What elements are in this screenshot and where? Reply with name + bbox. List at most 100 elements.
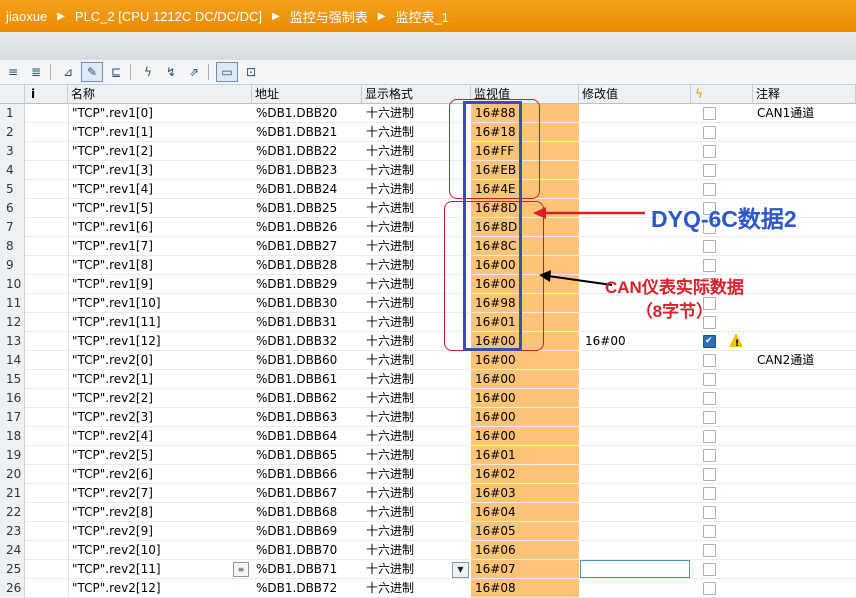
tag-address[interactable]: %DB1.DBB20 bbox=[252, 104, 362, 123]
tag-name[interactable]: "TCP".rev1[3] bbox=[68, 161, 252, 180]
tag-address[interactable]: %DB1.DBB28 bbox=[252, 256, 362, 275]
tag-name[interactable]: "TCP".rev2[11] bbox=[68, 560, 252, 579]
display-format[interactable]: 十六进制 bbox=[362, 370, 471, 389]
comment[interactable] bbox=[753, 560, 856, 579]
display-format[interactable]: 十六进制 bbox=[362, 332, 471, 351]
tag-name[interactable]: "TCP".rev1[1] bbox=[68, 123, 252, 142]
tag-address[interactable]: %DB1.DBB23 bbox=[252, 161, 362, 180]
comment[interactable] bbox=[753, 123, 856, 142]
comment[interactable] bbox=[753, 370, 856, 389]
modify-checkbox[interactable] bbox=[703, 392, 716, 405]
display-format[interactable]: 十六进制 bbox=[362, 503, 471, 522]
table-row[interactable]: 25 "TCP".rev2[11] ≡ %DB1.DBB71 十六进制 ▼ 16#07 bbox=[0, 560, 856, 579]
tag-name[interactable]: "TCP".rev2[9] bbox=[68, 522, 252, 541]
display-format[interactable]: 十六进制 bbox=[362, 408, 471, 427]
breadcrumb-project[interactable]: jiaoxue bbox=[0, 9, 53, 24]
modify-value[interactable] bbox=[579, 522, 691, 541]
comment[interactable] bbox=[753, 161, 856, 180]
display-format[interactable]: 十六进制 bbox=[362, 465, 471, 484]
table-row[interactable]: 22 "TCP".rev2[8] %DB1.DBB68 十六进制 16#04 bbox=[0, 503, 856, 522]
comment[interactable] bbox=[753, 579, 856, 598]
insert-row-icon[interactable]: ≡ bbox=[3, 63, 23, 81]
modify-checkbox[interactable] bbox=[703, 126, 716, 139]
display-format[interactable]: 十六进制 bbox=[362, 313, 471, 332]
table-row[interactable]: 26 "TCP".rev2[12] %DB1.DBB72 十六进制 16#08 bbox=[0, 579, 856, 598]
modify-checkbox[interactable] bbox=[703, 183, 716, 196]
comment[interactable] bbox=[753, 313, 856, 332]
tag-name[interactable]: "TCP".rev1[11] bbox=[68, 313, 252, 332]
expand-icon[interactable]: ⊡ bbox=[241, 63, 261, 81]
comment[interactable] bbox=[753, 503, 856, 522]
tag-address[interactable]: %DB1.DBB62 bbox=[252, 389, 362, 408]
tag-address[interactable]: %DB1.DBB29 bbox=[252, 275, 362, 294]
tag-address[interactable]: %DB1.DBB60 bbox=[252, 351, 362, 370]
tag-address[interactable]: %DB1.DBB71 bbox=[252, 560, 362, 579]
comment[interactable] bbox=[753, 332, 856, 351]
monitor-all-icon[interactable]: ✎ bbox=[81, 62, 103, 82]
modify-value[interactable] bbox=[579, 180, 691, 199]
comment[interactable] bbox=[753, 427, 856, 446]
tag-name[interactable]: "TCP".rev2[12] bbox=[68, 579, 252, 598]
table-row[interactable]: 24 "TCP".rev2[10] %DB1.DBB70 十六进制 16#06 bbox=[0, 541, 856, 560]
tag-address[interactable]: %DB1.DBB68 bbox=[252, 503, 362, 522]
header-name[interactable]: 名称 bbox=[68, 85, 252, 104]
comment[interactable] bbox=[753, 275, 856, 294]
modify-value[interactable] bbox=[579, 541, 691, 560]
table-row[interactable]: 8 "TCP".rev1[7] %DB1.DBB27 十六进制 16#8C bbox=[0, 237, 856, 256]
display-all-icon[interactable]: ⊿ bbox=[58, 63, 78, 81]
header-modify-value[interactable]: 修改值 bbox=[579, 85, 691, 104]
tag-name[interactable]: "TCP".rev2[4] bbox=[68, 427, 252, 446]
modify-checkbox[interactable] bbox=[703, 145, 716, 158]
tag-name[interactable]: "TCP".rev1[12] bbox=[68, 332, 252, 351]
modify-value[interactable] bbox=[579, 142, 691, 161]
modify-value[interactable] bbox=[579, 389, 691, 408]
tag-address[interactable]: %DB1.DBB64 bbox=[252, 427, 362, 446]
modify-checkbox[interactable] bbox=[703, 563, 716, 576]
modify-checkbox[interactable] bbox=[703, 107, 716, 120]
tag-address[interactable]: %DB1.DBB72 bbox=[252, 579, 362, 598]
tag-address[interactable]: %DB1.DBB25 bbox=[252, 199, 362, 218]
table-row[interactable]: 17 "TCP".rev2[3] %DB1.DBB63 十六进制 16#00 bbox=[0, 408, 856, 427]
modify-trigger-icon[interactable]: ↯ bbox=[161, 63, 181, 81]
tag-address[interactable]: %DB1.DBB31 bbox=[252, 313, 362, 332]
tag-name[interactable]: "TCP".rev1[9] bbox=[68, 275, 252, 294]
modify-checkbox[interactable] bbox=[703, 582, 716, 595]
modify-checkbox[interactable] bbox=[703, 259, 716, 272]
display-format[interactable]: 十六进制 bbox=[362, 541, 471, 560]
tag-name[interactable]: "TCP".rev2[5] bbox=[68, 446, 252, 465]
display-format[interactable]: 十六进制 bbox=[362, 389, 471, 408]
display-format[interactable]: 十六进制 bbox=[362, 351, 471, 370]
table-row[interactable]: 5 "TCP".rev1[4] %DB1.DBB24 十六进制 16#4E bbox=[0, 180, 856, 199]
show-columns-icon[interactable]: ▭ bbox=[216, 62, 238, 82]
tag-name[interactable]: "TCP".rev2[7] bbox=[68, 484, 252, 503]
tag-name[interactable]: "TCP".rev2[2] bbox=[68, 389, 252, 408]
modify-value[interactable] bbox=[579, 503, 691, 522]
monitor-once-icon[interactable]: ⊑ bbox=[106, 63, 126, 81]
comment[interactable] bbox=[753, 465, 856, 484]
tag-name[interactable]: "TCP".rev2[6] bbox=[68, 465, 252, 484]
tag-name[interactable]: "TCP".rev2[3] bbox=[68, 408, 252, 427]
modify-checkbox[interactable] bbox=[703, 373, 716, 386]
tag-name[interactable]: "TCP".rev1[2] bbox=[68, 142, 252, 161]
comment[interactable] bbox=[753, 294, 856, 313]
display-format[interactable]: 十六进制 bbox=[362, 294, 471, 313]
display-format[interactable]: 十六进制 bbox=[362, 104, 471, 123]
comment[interactable] bbox=[753, 389, 856, 408]
modify-value[interactable] bbox=[579, 256, 691, 275]
table-row[interactable]: 13 "TCP".rev1[12] %DB1.DBB32 十六进制 16#00 16#00… bbox=[0, 332, 856, 351]
modify-checkbox[interactable] bbox=[703, 354, 716, 367]
display-format[interactable]: 十六进制 bbox=[362, 579, 471, 598]
modify-value[interactable] bbox=[579, 370, 691, 389]
tag-address[interactable]: %DB1.DBB63 bbox=[252, 408, 362, 427]
tag-name[interactable]: "TCP".rev2[8] bbox=[68, 503, 252, 522]
display-format[interactable]: 十六进制 bbox=[362, 275, 471, 294]
display-format[interactable]: 十六进制 bbox=[362, 484, 471, 503]
comment[interactable] bbox=[753, 256, 856, 275]
table-row[interactable]: 15 "TCP".rev2[1] %DB1.DBB61 十六进制 16#00 bbox=[0, 370, 856, 389]
table-row[interactable]: 21 "TCP".rev2[7] %DB1.DBB67 十六进制 16#03 bbox=[0, 484, 856, 503]
comment[interactable] bbox=[753, 142, 856, 161]
modify-value[interactable] bbox=[579, 161, 691, 180]
table-row[interactable]: 20 "TCP".rev2[6] %DB1.DBB66 十六进制 16#02 bbox=[0, 465, 856, 484]
header-comment[interactable]: 注释 bbox=[753, 85, 856, 104]
display-format[interactable]: 十六进制 bbox=[362, 123, 471, 142]
